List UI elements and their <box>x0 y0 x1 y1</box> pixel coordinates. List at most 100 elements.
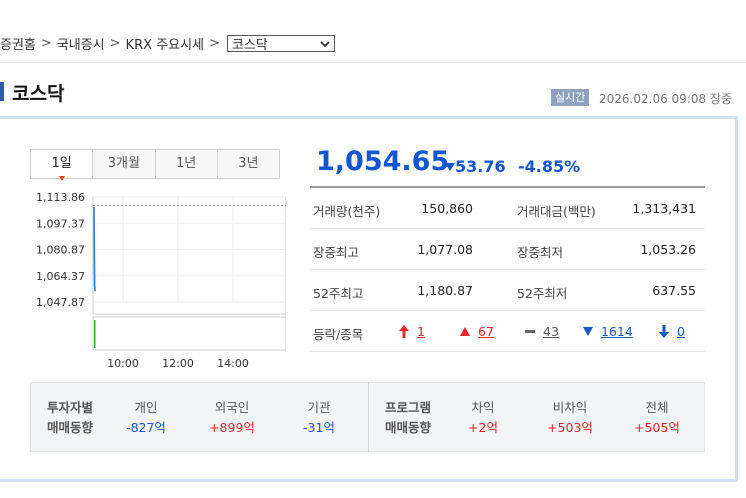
x-tick-label: 14:00 <box>217 357 249 370</box>
y-tick-label: 1,064.37 <box>36 270 85 283</box>
index-value: 1,054.65 <box>316 146 450 177</box>
stats-row: 등락/종목 1 67 43 1614 0 <box>310 311 705 352</box>
market-select[interactable]: 코스닥 <box>226 35 335 53</box>
cell-value: +505억 <box>634 420 680 435</box>
cell-label: 기관 <box>307 400 331 415</box>
tab-1year[interactable]: 1년 <box>154 150 217 178</box>
advdec-label: 등락/종목 <box>313 327 364 342</box>
heading-line: 매매동향 <box>47 420 94 435</box>
index-change-pct: -4.85% <box>518 157 581 176</box>
arrow-up-icon <box>399 325 409 338</box>
cell-label: 외국인 <box>214 400 250 415</box>
y-tick-label: 1,080.87 <box>36 244 85 257</box>
investor-foreign: 외국인 +899억 <box>198 398 266 438</box>
arrow-down-icon <box>659 325 669 338</box>
volume-label: 거래량(천주) <box>313 204 381 219</box>
breadcrumb-home[interactable]: 증권홈 <box>0 34 36 53</box>
stats-table: 거래량(천주) 150,860 거래대금(백만) 1,313,431 장중최고 … <box>310 186 705 352</box>
lower-limit-count[interactable]: 0 <box>658 324 685 339</box>
down-triangle-icon <box>583 327 593 336</box>
stats-row: 장중최고 1,077.08 장중최저 1,053.26 <box>310 229 705 270</box>
timestamp: 2026.02.06 09:08 장중 <box>599 92 732 106</box>
cell-value: +899억 <box>209 420 255 435</box>
index-change: 53.76 <box>445 157 506 176</box>
cell-label: 차익 <box>471 400 495 415</box>
up-triangle-icon <box>460 327 470 336</box>
chevron-right-icon: > <box>40 36 52 51</box>
cell-label: 개인 <box>134 400 158 415</box>
x-tick-label: 10:00 <box>107 357 139 370</box>
y-tick-label: 1,113.86 <box>36 191 85 204</box>
investor-individual: 개인 -827억 <box>114 398 178 438</box>
y-tick-label: 1,047.87 <box>36 296 85 309</box>
low-value: 1,053.26 <box>640 242 696 257</box>
x-tick-label: 12:00 <box>162 357 194 370</box>
volume-bar <box>94 320 96 348</box>
upper-limit-count[interactable]: 1 <box>398 324 425 339</box>
period-tabs: 1일 3개월 1년 3년 <box>30 149 280 181</box>
heading-line: 투자자별 <box>47 400 94 415</box>
tab-3month[interactable]: 3개월 <box>92 150 155 178</box>
market-select-value: 코스닥 <box>231 38 268 53</box>
count: 1614 <box>601 324 633 339</box>
flat-count[interactable]: 43 <box>525 324 559 339</box>
dash-icon <box>525 329 535 333</box>
divider <box>368 382 369 452</box>
tab-label: 3년 <box>238 156 259 171</box>
heading-line: 프로그램 <box>385 400 432 415</box>
down-count[interactable]: 1614 <box>583 324 633 339</box>
cell-value: +2억 <box>468 420 498 435</box>
low-label: 장중최저 <box>517 245 564 260</box>
investor-institution: 기관 -31억 <box>288 398 350 438</box>
program-nonarbitrage: 비차익 +503억 <box>536 398 604 438</box>
cell-value: +503억 <box>547 420 593 435</box>
up-count[interactable]: 67 <box>460 324 494 339</box>
breadcrumb: 증권홈 > 국내증시 > KRX 주요시세 > 코스닥 <box>0 34 335 53</box>
tab-label: 1일 <box>51 156 72 171</box>
count: 0 <box>677 324 685 339</box>
caret-down-icon <box>58 176 65 181</box>
program-heading: 프로그램 매매동향 <box>385 398 431 438</box>
amount-label: 거래대금(백만) <box>517 204 596 219</box>
cell-label: 전체 <box>645 400 669 415</box>
y-tick-label: 1,097.37 <box>36 217 85 230</box>
realtime-badge: 실시간 <box>551 89 590 106</box>
down-triangle-icon <box>445 163 455 171</box>
breadcrumb-krx[interactable]: KRX 주요시세 <box>126 34 204 53</box>
title-marker <box>0 82 4 101</box>
breadcrumb-domestic[interactable]: 국내증시 <box>57 34 105 53</box>
high52-label: 52주최고 <box>313 286 364 301</box>
divider <box>0 62 746 63</box>
volume-plot-area <box>92 316 286 351</box>
count: 67 <box>478 324 494 339</box>
chevron-right-icon: > <box>109 36 121 51</box>
program-arbitrage: 차익 +2억 <box>455 398 511 438</box>
program-total: 전체 +505억 <box>624 398 690 438</box>
count: 1 <box>417 324 425 339</box>
investor-heading: 투자자별 매매동향 <box>47 398 93 438</box>
high-label: 장중최고 <box>313 245 360 260</box>
heading-line: 매매동향 <box>385 420 432 435</box>
tab-3year[interactable]: 3년 <box>216 150 279 178</box>
change-value: 53.76 <box>455 157 506 176</box>
cell-label: 비차익 <box>552 400 588 415</box>
cell-value: -827억 <box>126 420 166 435</box>
stats-row: 거래량(천주) 150,860 거래대금(백만) 1,313,431 <box>310 186 705 229</box>
cell-value: -31억 <box>303 420 335 435</box>
low52-value: 637.55 <box>652 283 696 298</box>
high-value: 1,077.08 <box>417 242 473 257</box>
chevron-down-icon <box>320 40 330 47</box>
low52-label: 52주최저 <box>517 286 568 301</box>
high52-value: 1,180.87 <box>417 283 473 298</box>
tab-label: 3개월 <box>107 156 140 171</box>
amount-value: 1,313,431 <box>632 201 696 216</box>
intraday-chart: 1,113.86 1,097.37 1,080.87 1,064.37 1,047.87… <box>36 191 286 370</box>
tab-1day[interactable]: 1일 <box>31 150 93 181</box>
volume-value: 150,860 <box>421 201 473 216</box>
page-title: 코스닥 <box>12 83 65 105</box>
price-plot-area <box>92 196 286 315</box>
tab-label: 1년 <box>176 156 197 171</box>
chevron-right-icon: > <box>208 36 220 51</box>
count: 43 <box>543 324 559 339</box>
stats-row: 52주최고 1,180.87 52주최저 637.55 <box>310 270 705 311</box>
